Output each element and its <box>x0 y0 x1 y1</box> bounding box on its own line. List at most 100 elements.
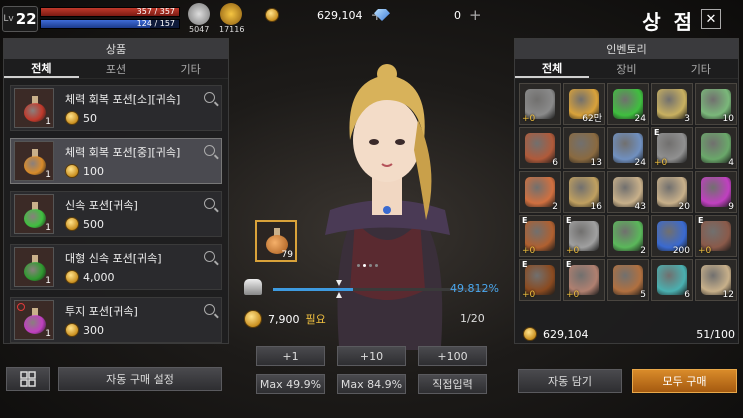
buy-all-button[interactable]: 모두 구매 <box>632 369 737 393</box>
slot-count: 16 <box>590 202 602 212</box>
inventory-slot[interactable]: E +0 <box>563 259 605 301</box>
zoom-icon[interactable] <box>204 198 215 209</box>
equipped-marker: E <box>566 216 572 225</box>
cost-amount: 7,900 <box>268 312 300 326</box>
equipped-marker: E <box>654 128 660 137</box>
crystal-icon <box>657 265 687 295</box>
inventory-slot[interactable]: 5 <box>607 259 649 301</box>
inventory-slot[interactable]: 200 <box>651 215 693 257</box>
phoenix-icon <box>220 3 242 25</box>
gold-amount: 629,104 <box>317 8 363 22</box>
auto-add-button[interactable]: 자동 담기 <box>518 369 622 393</box>
potion-thumbnail: 1 <box>14 300 54 340</box>
inv-tab-equipment[interactable]: 장비 <box>589 59 663 78</box>
grid-view-button[interactable] <box>6 367 50 391</box>
enchant-level: +0 <box>566 246 580 256</box>
zoom-icon[interactable] <box>204 145 215 156</box>
tab-etc[interactable]: 기타 <box>153 59 228 78</box>
shop-item[interactable]: 1 체력 회복 포션[소][귀속] 50 <box>10 85 222 131</box>
selected-item-thumbnail: 79 <box>255 220 297 262</box>
inventory-slot[interactable]: E +0 <box>519 215 561 257</box>
add-10-button[interactable]: +10 <box>337 346 406 366</box>
inventory-slot[interactable]: 9 <box>695 171 737 213</box>
hp-text: 357 / 357 <box>136 7 175 16</box>
tab-all[interactable]: 전체 <box>4 59 79 78</box>
gold-coin-icon <box>65 217 79 231</box>
potion-thumbnail: 1 <box>14 141 54 181</box>
weight-slider-handle[interactable] <box>334 280 342 298</box>
shop-tabs: 전체 포션 기타 <box>4 59 228 79</box>
zoom-icon[interactable] <box>204 304 215 315</box>
page-indicator <box>357 264 378 267</box>
item-count: 1 <box>45 117 51 127</box>
cost-required-label: 필요 <box>305 313 326 326</box>
shop-item[interactable]: 1 투지 포션[귀속] 300 <box>10 297 222 343</box>
add-1-button[interactable]: +1 <box>256 346 325 366</box>
max-84-button[interactable]: Max 84.9% <box>337 374 406 394</box>
potion-icon <box>24 255 46 281</box>
auto-buy-settings-button[interactable]: 자동 구매 설정 <box>58 367 222 391</box>
direct-input-button[interactable]: 직접입력 <box>418 374 487 394</box>
inventory-slot[interactable]: E +0 <box>519 259 561 301</box>
shop-panel: 상품 전체 포션 기타 1 체력 회복 포션[소][귀속] 50 1 체력 회복… <box>3 38 229 344</box>
selected-item-count: 79 <box>281 250 293 260</box>
inventory-panel: 인벤토리 전체 장비 기타 +0 62만 24 3 10 6 13 24 E +0 4 2 16 43 20… <box>514 38 739 344</box>
inventory-slot[interactable]: 6 <box>651 259 693 301</box>
inventory-slot[interactable]: 13 <box>563 127 605 169</box>
slot-count: 13 <box>590 158 602 168</box>
inventory-slot[interactable]: 43 <box>607 171 649 213</box>
gem-display: 0 + <box>374 6 482 24</box>
potion-icon <box>24 202 46 228</box>
inventory-slot[interactable]: E +0 <box>695 215 737 257</box>
inventory-slot[interactable]: 24 <box>607 83 649 125</box>
purple-potion-icon <box>701 177 731 207</box>
item-price-value: 50 <box>83 111 97 125</box>
zoom-icon[interactable] <box>204 92 215 103</box>
inventory-slot[interactable]: 6 <box>519 127 561 169</box>
equipped-marker: E <box>522 216 528 225</box>
inventory-header: 인벤토리 <box>515 39 738 59</box>
max-49-button[interactable]: Max 49.9% <box>256 374 325 394</box>
inventory-slot[interactable]: 16 <box>563 171 605 213</box>
inventory-footer: 629,104 51/100 <box>523 327 735 341</box>
inventory-slot[interactable]: +0 <box>519 83 561 125</box>
inventory-slot[interactable]: 2 <box>607 215 649 257</box>
add-100-button[interactable]: +100 <box>418 346 487 366</box>
close-button[interactable]: ✕ <box>701 9 721 29</box>
green-scroll-icon <box>613 221 643 251</box>
slot-count: 43 <box>634 202 646 212</box>
gold-coin-icon <box>65 270 79 284</box>
shop-item[interactable]: 1 체력 회복 포션[중][귀속] 100 <box>10 138 222 184</box>
equipped-marker: E <box>698 216 704 225</box>
tab-potion[interactable]: 포션 <box>79 59 154 78</box>
food-bowl-icon <box>525 177 555 207</box>
slot-count: 6 <box>552 158 558 168</box>
add-gem-button[interactable]: + <box>469 6 482 24</box>
inv-tab-etc[interactable]: 기타 <box>664 59 738 78</box>
inventory-slot[interactable]: 24 <box>607 127 649 169</box>
gold-coin-icon <box>65 164 79 178</box>
inventory-slot[interactable]: 10 <box>695 83 737 125</box>
slot-count: 62만 <box>582 114 602 124</box>
inventory-slot[interactable]: 4 <box>695 127 737 169</box>
shop-item[interactable]: 1 대형 신속 포션[귀속] 4,000 <box>10 244 222 290</box>
inventory-slot[interactable]: E +0 <box>563 215 605 257</box>
inventory-grid: +0 62만 24 3 10 6 13 24 E +0 4 2 16 43 20 9 E +0 E +0 2 200 E +0… <box>519 83 737 319</box>
slot-count: 4 <box>728 158 734 168</box>
inventory-slot[interactable]: 2 <box>519 171 561 213</box>
inventory-slot[interactable]: 20 <box>651 171 693 213</box>
gold-coin-icon <box>65 323 79 337</box>
item-price: 4,000 <box>65 270 115 284</box>
inventory-slot[interactable]: E +0 <box>651 127 693 169</box>
item-price-value: 4,000 <box>83 270 115 284</box>
zoom-icon[interactable] <box>204 251 215 262</box>
shop-item[interactable]: 1 신속 포션[귀속] 500 <box>10 191 222 237</box>
inventory-slot[interactable]: 12 <box>695 259 737 301</box>
inv-tab-all[interactable]: 전체 <box>515 59 590 78</box>
inventory-slot[interactable]: 62만 <box>563 83 605 125</box>
inventory-slot[interactable]: 3 <box>651 83 693 125</box>
grid-icon <box>20 371 36 387</box>
item-price-value: 500 <box>83 217 104 231</box>
item-name: 체력 회복 포션[소][귀속] <box>65 93 181 106</box>
purchase-quantity: 1/20 <box>460 312 485 325</box>
